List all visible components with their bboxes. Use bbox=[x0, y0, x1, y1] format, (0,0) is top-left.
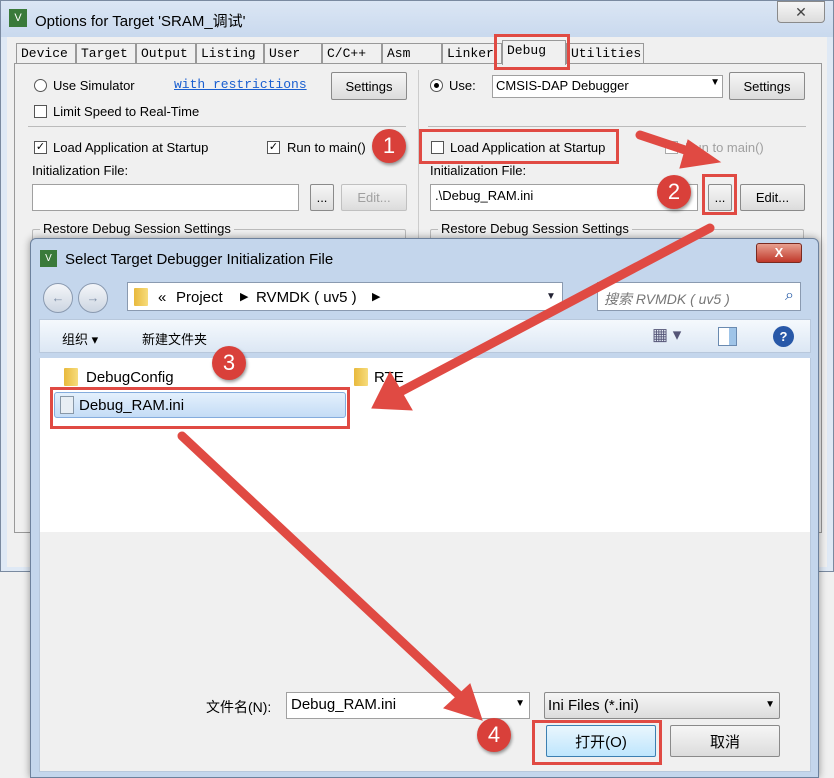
annotation-arrows bbox=[177, 130, 722, 721]
arrow-to-file bbox=[395, 223, 715, 397]
step-badge-1: 1 bbox=[372, 129, 406, 163]
tab-debug[interactable]: Debug bbox=[502, 40, 566, 65]
arrow-head bbox=[679, 139, 722, 169]
step-badge-3: 3 bbox=[212, 346, 246, 380]
step-badge-4: 4 bbox=[477, 718, 511, 752]
arrow-to-open bbox=[177, 431, 467, 703]
step-badge-2: 2 bbox=[657, 175, 691, 209]
